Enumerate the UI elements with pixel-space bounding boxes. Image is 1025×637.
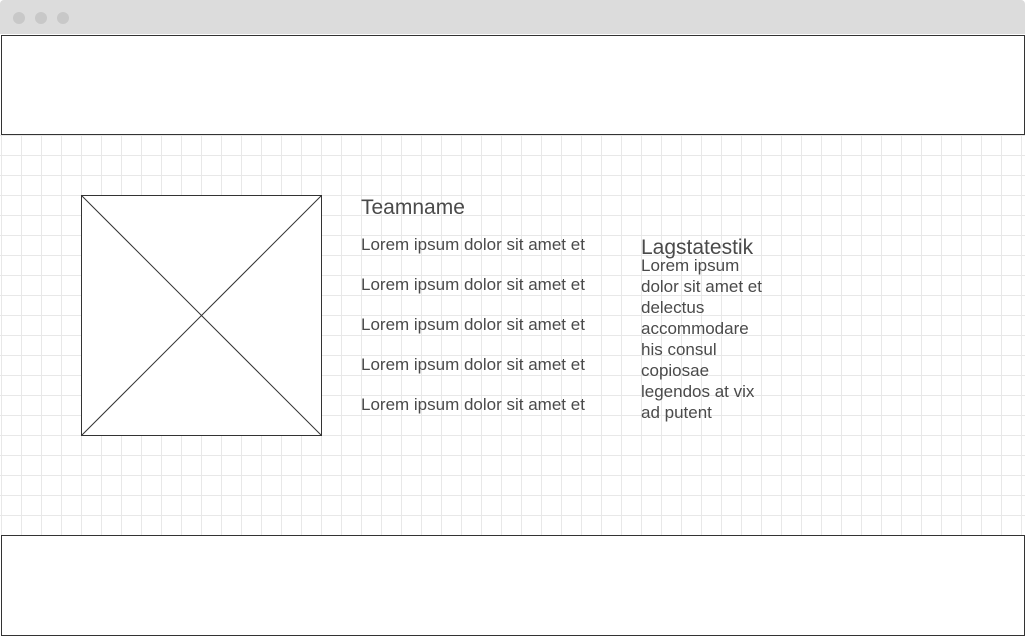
image-placeholder-icon — [81, 195, 322, 436]
team-info-line: Lorem ipsum dolor sit amet et — [361, 235, 585, 254]
team-info-line: Lorem ipsum dolor sit amet et — [361, 275, 585, 294]
team-info-line: Lorem ipsum dolor sit amet et — [361, 395, 585, 414]
header-placeholder — [1, 35, 1025, 135]
image-placeholder-graphic — [81, 195, 322, 436]
team-name-heading: Teamname — [361, 196, 465, 219]
window-close-dot[interactable] — [13, 12, 25, 24]
stats-description: Lorem ipsum dolor sit amet et delectus a… — [641, 256, 762, 422]
team-info-line: Lorem ipsum dolor sit amet et — [361, 315, 585, 334]
window-titlebar — [0, 0, 1025, 34]
window-maximize-dot[interactable] — [57, 12, 69, 24]
team-info-line: Lorem ipsum dolor sit amet et — [361, 355, 585, 374]
window-minimize-dot[interactable] — [35, 12, 47, 24]
footer-placeholder — [1, 535, 1025, 636]
